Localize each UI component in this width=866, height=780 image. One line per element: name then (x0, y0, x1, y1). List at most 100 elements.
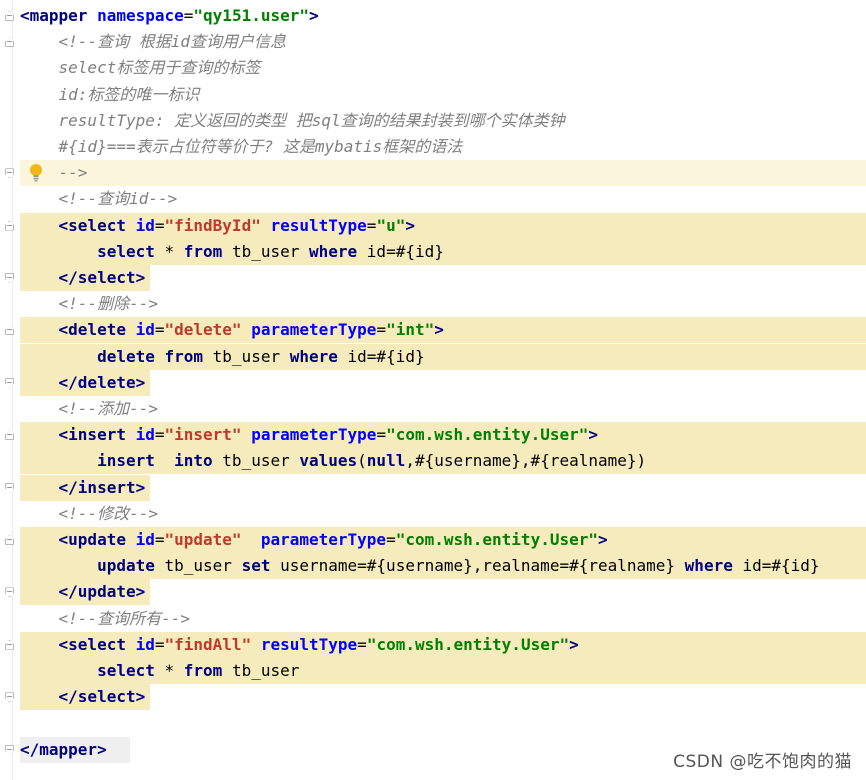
code-line[interactable] (0, 710, 866, 736)
code-line[interactable]: </delete> (0, 369, 866, 396)
fold-marker-icon[interactable] (5, 744, 14, 755)
code-text: <mapper namespace="qy151.user"> (20, 3, 319, 29)
token: #{id}===表示占位符等价于? 这是mybatis框架的语法 (20, 137, 463, 156)
code-line[interactable]: <!--删除--> (0, 291, 866, 317)
code-line[interactable]: <select id="findById" resultType="u"> (0, 212, 866, 239)
token: set (241, 556, 281, 576)
code-line[interactable]: <delete id="delete" parameterType="int"> (0, 317, 866, 344)
token: </mapper> (20, 739, 107, 759)
token: where (289, 346, 348, 366)
token: resultType (260, 634, 358, 654)
code-text: <delete id="delete" parameterType="int"> (20, 317, 444, 343)
code-line[interactable]: <insert id="insert" parameterType="com.w… (0, 422, 866, 449)
code-line[interactable]: </update> (0, 579, 866, 606)
token: insert into (97, 451, 223, 471)
code-line[interactable]: delete from tb_user where id=#{id} (0, 343, 866, 370)
code-line[interactable]: select * from tb_user where id=#{id} (0, 238, 866, 265)
token: "insert" (164, 425, 242, 445)
code-line[interactable]: <update id="update" parameterType="com.w… (0, 527, 866, 553)
token: = (376, 320, 387, 340)
token: <!--删除--> (20, 294, 158, 314)
token: namespace (97, 6, 184, 25)
token: > (434, 320, 444, 340)
token: <!--查询 根据id查询用户信息 (20, 32, 286, 52)
code-line[interactable]: #{id}===表示占位符等价于? 这是mybatis框架的语法 (0, 134, 866, 160)
code-line[interactable]: <!--查询 根据id查询用户信息 (0, 29, 866, 55)
token: id (135, 215, 155, 235)
code-line[interactable]: <select id="findAll" resultType="com.wsh… (0, 631, 866, 658)
code-line[interactable]: </select> (0, 684, 866, 711)
code-text: <!--查询所有--> (20, 606, 190, 632)
token: "findAll" (164, 634, 252, 654)
fold-marker-icon[interactable] (5, 273, 14, 283)
fold-marker-icon[interactable] (5, 535, 14, 545)
token: "com.wsh.entity.User" (395, 530, 598, 549)
fold-marker-icon[interactable] (5, 639, 14, 650)
code-line[interactable]: id:标签的唯一标识 (0, 82, 866, 108)
fold-marker-icon[interactable] (5, 11, 14, 21)
code-line[interactable]: insert into tb_user values(null,#{userna… (0, 448, 866, 475)
code-text: select * from tb_user (20, 658, 299, 684)
code-text: select标签用于查询的标签 (20, 55, 261, 81)
fold-marker-icon[interactable] (5, 482, 14, 493)
token: resultType (270, 215, 367, 235)
code-line[interactable]: <!--添加--> (0, 396, 866, 422)
code-line[interactable]: </select> (0, 265, 866, 291)
code-line[interactable]: select标签用于查询的标签 (0, 55, 866, 81)
token: "delete" (164, 320, 242, 340)
token: <update (58, 530, 136, 549)
token: from (183, 241, 232, 261)
code-line[interactable]: </insert> (0, 474, 866, 501)
token: > (309, 6, 319, 25)
token: <!--查询id--> (20, 189, 178, 209)
code-line[interactable]: select * from tb_user (0, 658, 866, 684)
token: id=#{id} (366, 241, 444, 261)
token: select (97, 661, 165, 680)
token: </select> (58, 687, 146, 707)
code-text: --> (20, 160, 88, 186)
token: > (569, 634, 579, 654)
code-text: update tb_user set username=#{username},… (20, 553, 820, 579)
code-line[interactable]: <!--修改--> (0, 501, 866, 527)
code-line[interactable]: <mapper namespace="qy151.user"> (0, 3, 866, 29)
code-line[interactable]: update tb_user set username=#{username},… (0, 553, 866, 580)
code-line[interactable]: <!--查询所有--> (0, 606, 866, 632)
fold-marker-icon[interactable] (5, 587, 14, 598)
token: where (684, 556, 743, 576)
token: ,#{username},#{realname}) (405, 451, 647, 471)
code-line[interactable]: --> (0, 160, 866, 187)
token: * (164, 661, 184, 680)
code-text: #{id}===表示占位符等价于? 这是mybatis框架的语法 (20, 134, 463, 160)
token: "findById" (164, 215, 261, 235)
code-line[interactable]: <!--查询id--> (0, 186, 866, 212)
code-text: </insert> (20, 475, 146, 501)
token: id=#{id} (742, 556, 820, 576)
fold-marker-icon[interactable] (5, 168, 14, 179)
code-text: <!--删除--> (20, 291, 158, 317)
token: id (135, 425, 155, 445)
fold-marker-icon[interactable] (5, 325, 14, 336)
code-text: select * from tb_user where id=#{id} (20, 239, 444, 265)
token: null (366, 451, 406, 471)
token: <!--添加--> (20, 399, 158, 418)
token: = (376, 425, 387, 445)
fold-marker-icon[interactable] (5, 220, 14, 231)
fold-marker-icon[interactable] (5, 430, 14, 441)
token: id (135, 320, 155, 340)
token: id (135, 530, 155, 549)
token: from (183, 661, 232, 680)
token: "int" (386, 320, 435, 340)
fold-marker-icon[interactable] (5, 692, 14, 703)
fold-marker-icon[interactable] (5, 377, 14, 388)
token: "com.wsh.entity.User" (386, 425, 589, 445)
token: > (405, 215, 415, 235)
token: "qy151.user" (193, 6, 309, 25)
fold-marker-icon[interactable] (5, 37, 14, 48)
code-line[interactable]: resultType: 定义返回的类型 把sql查询的结果封装到哪个实体类钟 (0, 108, 866, 134)
token: <select (58, 634, 136, 654)
token: parameterType (251, 425, 377, 445)
